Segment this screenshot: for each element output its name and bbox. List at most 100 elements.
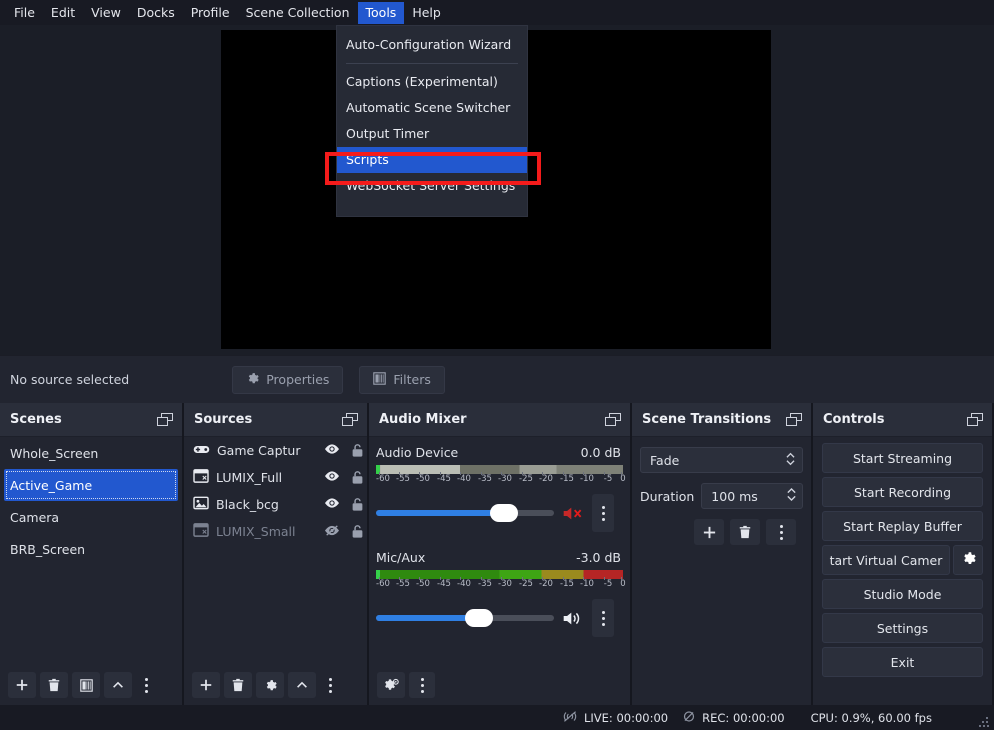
undock-icon[interactable] [342, 412, 358, 427]
scene-item-brb-screen[interactable]: BRB_Screen [0, 533, 182, 565]
tick-label: -20 [539, 579, 553, 589]
scene-item-whole-screen[interactable]: Whole_Screen [0, 437, 182, 469]
start-virtual-camera-button[interactable]: tart Virtual Camer [822, 545, 950, 575]
menu-item-edit[interactable]: Edit [43, 2, 83, 24]
add-transition-button[interactable] [694, 519, 724, 545]
tick-label: -35 [478, 579, 492, 589]
audio-device-options-button[interactable] [592, 494, 614, 532]
scene-transitions-header: Scene Transitions [632, 403, 811, 437]
menu-item-tools[interactable]: Tools [357, 1, 405, 24]
scene-item-active-game[interactable]: Active_Game [4, 469, 178, 501]
transition-type-select[interactable]: Fade [640, 447, 803, 473]
lock-open-icon[interactable] [347, 524, 367, 539]
lock-open-icon[interactable] [347, 497, 367, 512]
tick-label: 0 [620, 474, 626, 484]
volume-slider[interactable] [376, 504, 554, 522]
lock-open-icon[interactable] [347, 470, 367, 485]
virtual-camera-settings-button[interactable] [953, 545, 983, 575]
channel-header: Mic/Aux -3.0 dB [376, 550, 621, 565]
volume-slider-knob[interactable] [490, 504, 519, 522]
menu-item-file[interactable]: File [6, 2, 43, 24]
filters-button[interactable]: Filters [359, 365, 445, 394]
add-source-button[interactable] [192, 672, 220, 698]
tick-label: -15 [560, 579, 574, 589]
duration-row: Duration 100 ms [640, 483, 803, 509]
eye-icon[interactable] [324, 443, 340, 458]
audio-channel-mic-aux: Mic/Aux -3.0 dB -60 -55 -50 -45 -40 -35 … [369, 542, 630, 637]
settings-button[interactable]: Settings [822, 613, 983, 643]
eye-icon[interactable] [324, 497, 340, 512]
scene-item-camera[interactable]: Camera [0, 501, 182, 533]
speaker-icon[interactable] [560, 610, 586, 627]
tick-label: -45 [437, 579, 451, 589]
menu-item-help[interactable]: Help [404, 2, 449, 24]
menu-captions-experimental[interactable]: Captions (Experimental) [337, 69, 527, 95]
menu-item-profile[interactable]: Profile [183, 2, 238, 24]
undock-icon[interactable] [786, 412, 802, 427]
source-item-black-bcg[interactable]: Black_bcg [184, 491, 367, 518]
scene-label: BRB_Screen [10, 541, 86, 557]
scene-transitions-title: Scene Transitions [642, 412, 772, 427]
source-item-lumix-small[interactable]: LUMIX_Small [184, 518, 367, 545]
eye-icon[interactable] [324, 470, 340, 485]
undock-icon[interactable] [605, 412, 621, 427]
move-scene-up-button[interactable] [104, 672, 132, 698]
source-properties-button[interactable] [256, 672, 284, 698]
advanced-audio-properties-button[interactable] [377, 672, 405, 698]
menu-item-scene-collection[interactable]: Scene Collection [238, 2, 358, 24]
menu-automatic-scene-switcher[interactable]: Automatic Scene Switcher [337, 95, 527, 121]
studio-mode-button[interactable]: Studio Mode [822, 579, 983, 609]
remove-source-button[interactable] [224, 672, 252, 698]
menu-websocket-server-settings[interactable]: WebSocket Server Settings [337, 173, 527, 199]
volume-slider[interactable] [376, 609, 554, 627]
rec-timer-label: REC: 00:00:00 [702, 710, 785, 725]
tick-label: -60 [376, 579, 390, 589]
remove-scene-button[interactable] [40, 672, 68, 698]
lock-open-icon[interactable] [347, 443, 367, 458]
menu-item-docks[interactable]: Docks [129, 2, 183, 24]
broadcast-off-icon [562, 710, 578, 726]
menu-scripts[interactable]: Scripts [337, 147, 527, 173]
mic-aux-options-button[interactable] [592, 599, 614, 637]
eye-slash-icon[interactable] [324, 524, 340, 540]
scenes-more-options-button[interactable] [136, 672, 156, 698]
sources-title: Sources [194, 412, 253, 427]
channel-controls [376, 494, 621, 532]
duration-value: 100 ms [711, 488, 758, 504]
scenes-header: Scenes [0, 403, 182, 437]
gear-icon [961, 551, 976, 570]
start-streaming-button[interactable]: Start Streaming [822, 443, 983, 473]
source-label: Game Captur [217, 443, 301, 458]
remove-transition-button[interactable] [730, 519, 760, 545]
add-scene-button[interactable] [8, 672, 36, 698]
controls-button-list: Start Streaming Start Recording Start Re… [813, 437, 992, 677]
undock-icon[interactable] [967, 412, 983, 427]
menu-auto-configuration-wizard[interactable]: Auto-Configuration Wizard [337, 32, 527, 58]
properties-button[interactable]: Properties [232, 365, 344, 394]
duration-spinbox[interactable]: 100 ms [701, 483, 803, 509]
sources-more-options-button[interactable] [320, 672, 340, 698]
start-recording-button[interactable]: Start Recording [822, 477, 983, 507]
menu-output-timer[interactable]: Output Timer [337, 121, 527, 147]
audio-mixer-more-options-button[interactable] [409, 672, 435, 698]
exit-button[interactable]: Exit [822, 647, 983, 677]
undock-icon[interactable] [157, 412, 173, 427]
transition-options-button[interactable] [766, 519, 796, 545]
move-source-up-button[interactable] [288, 672, 316, 698]
tick-label: 0 [620, 579, 626, 589]
volume-slider-knob[interactable] [465, 609, 494, 627]
controls-dock: Controls Start Streaming Start Recording… [811, 403, 992, 705]
menu-bar: File Edit View Docks Profile Scene Colle… [0, 0, 994, 25]
spinner-arrows-icon[interactable] [786, 486, 797, 506]
scene-filters-button[interactable] [72, 672, 100, 698]
resize-grip[interactable] [979, 716, 989, 727]
chevron-updown-icon [785, 451, 796, 470]
window-capture-icon [193, 523, 209, 540]
mute-icon[interactable] [560, 505, 586, 522]
source-item-game-captur[interactable]: Game Captur [184, 437, 367, 464]
start-replay-buffer-button[interactable]: Start Replay Buffer [822, 511, 983, 541]
tick-label: -5 [603, 579, 613, 589]
audio-mixer-dock: Audio Mixer Audio Device 0.0 dB -60 -55 … [367, 403, 630, 705]
menu-item-view[interactable]: View [83, 2, 129, 24]
source-item-lumix-full[interactable]: LUMIX_Full [184, 464, 367, 491]
